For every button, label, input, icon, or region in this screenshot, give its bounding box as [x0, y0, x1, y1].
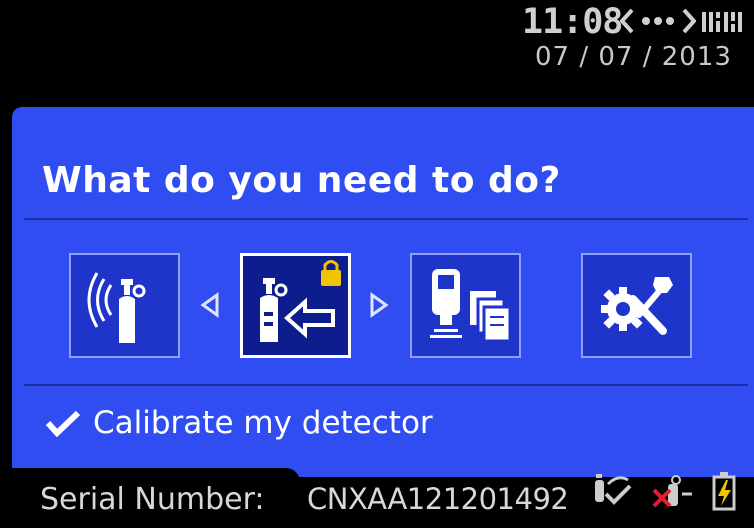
date-display: 07 / 07 / 2013 [535, 42, 732, 72]
divider [24, 384, 748, 386]
calibration-ok-icon [595, 474, 632, 505]
page-title: What do you need to do? [42, 160, 561, 201]
clock-time: 11:08 [522, 2, 623, 42]
serial-number-label: Serial Number: [40, 482, 265, 517]
divider [24, 218, 748, 220]
tile-tools[interactable] [581, 253, 692, 358]
chevron-left-icon[interactable] [200, 292, 220, 318]
tile-wireless-gas[interactable] [69, 253, 180, 358]
check-icon [45, 410, 81, 437]
bump-failed-icon [652, 475, 692, 508]
serial-number-value: CNXAA121201492 [307, 482, 569, 516]
signal-icon [702, 12, 742, 32]
device-screen: 11:08 07 / 07 / 2013 What do you need to… [0, 0, 754, 528]
tile-detector-records[interactable] [410, 253, 521, 358]
detector-documents-icon [430, 269, 512, 343]
link-icon [620, 8, 696, 34]
battery-charging-icon [712, 472, 736, 511]
tools-settings-icon [601, 277, 673, 335]
chevron-right-icon[interactable] [369, 292, 389, 318]
tile-calibrate[interactable] [240, 253, 351, 358]
selected-option-label: Calibrate my detector [93, 405, 433, 441]
wireless-cylinder-icon [87, 272, 146, 343]
locked-calibrate-icon [260, 260, 341, 342]
main-panel: What do you need to do? Calibrate my det… [12, 107, 754, 477]
